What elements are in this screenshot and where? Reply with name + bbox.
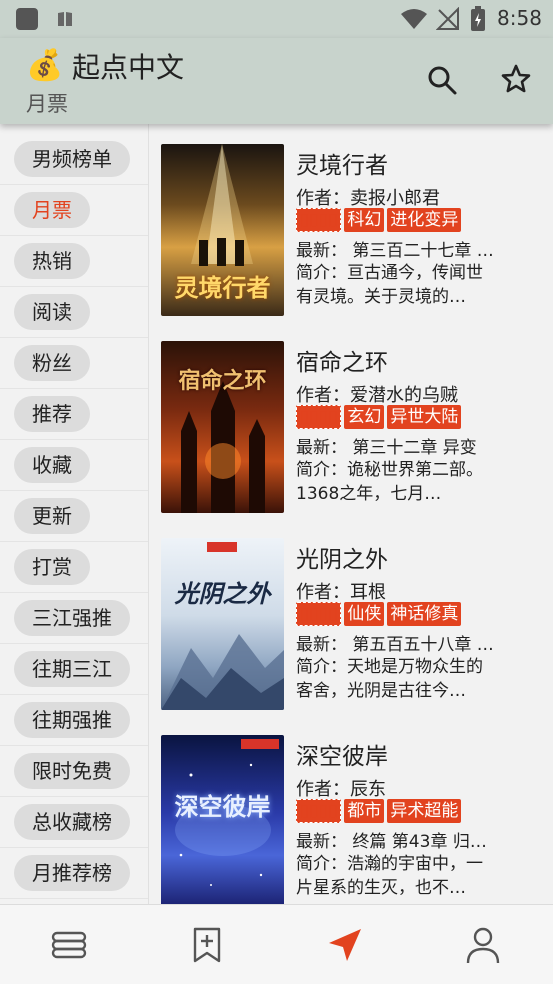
status-bar: 8:58 <box>0 0 553 38</box>
sidebar-item-label: 打赏 <box>14 549 90 585</box>
book-tag: 仙侠 <box>344 602 385 626</box>
tag-placeholder: ▯▯▯▯ <box>296 799 342 823</box>
navigate-icon[interactable] <box>325 925 365 965</box>
book-tag: 进化变异 <box>387 208 462 232</box>
no-signal-icon <box>436 7 459 30</box>
book-item[interactable]: 深空彼岸 深空彼岸 作者：辰东 ▯▯▯▯ 都市 异术超能 最新： 终篇 第43章 归… <box>149 715 553 904</box>
profile-icon[interactable] <box>463 925 503 965</box>
tag-placeholder: ▯▯▯▯ <box>296 208 342 232</box>
book-latest-chapter: 最新： 第五百五十八章 … <box>296 635 494 655</box>
cover-title: 光阴之外 <box>174 580 271 608</box>
sidebar-item-recommend[interactable]: 推荐 <box>0 388 148 440</box>
book-author: 作者：耳根 <box>296 582 386 603</box>
book-title: 光阴之外 <box>296 547 388 573</box>
app-toolbar: 💰 起点中文 月票 <box>0 38 553 124</box>
sidebar-item-label: 总收藏榜 <box>14 804 130 840</box>
cover-title: 深空彼岸 <box>174 793 271 821</box>
sidebar-item-fans[interactable]: 粉丝 <box>0 337 148 389</box>
sidebar-item-label: 三江强推 <box>14 600 130 636</box>
book-intro: 简介：浩瀚的宇宙中，一片星系的生灭，也不… <box>296 854 483 898</box>
sidebar-item-label: 往期强推 <box>14 702 130 738</box>
sidebar-item-tip[interactable]: 打赏 <box>0 541 148 593</box>
sidebar-item-label: 男频榜单 <box>14 141 130 177</box>
book-tags: ▯▯▯▯ 玄幻 异世大陆 <box>296 405 464 431</box>
book-notification-icon <box>58 12 72 26</box>
wifi-icon <box>401 9 427 29</box>
book-tag: 异世大陆 <box>387 405 462 429</box>
book-tag: 玄幻 <box>344 405 385 429</box>
book-tag: 都市 <box>344 799 385 823</box>
category-sidebar: 男频榜单 月票 热销 阅读 粉丝 推荐 收藏 更新 打赏 三江强推 往期三江 往… <box>0 124 149 904</box>
book-tags: ▯▯▯▯ 都市 异术超能 <box>296 799 464 825</box>
search-icon[interactable] <box>426 64 458 96</box>
book-cover-image: 光阴之外 <box>161 538 284 710</box>
money-bag-icon: 💰 <box>26 48 64 83</box>
clock: 8:58 <box>497 6 542 30</box>
book-cover-image: 灵境行者 <box>161 144 284 316</box>
book-author: 作者：辰东 <box>296 779 386 800</box>
sidebar-item-male-rank[interactable]: 男频榜单 <box>0 133 148 185</box>
bottom-navigation <box>0 904 553 984</box>
book-intro: 简介：天地是万物众生的客舍，光阴是古往今… <box>296 657 483 701</box>
sidebar-item-hot-sales[interactable]: 热销 <box>0 235 148 287</box>
book-title: 深空彼岸 <box>296 744 388 770</box>
sidebar-item-monthly-recommend[interactable]: 月推荐榜 <box>0 847 148 899</box>
sidebar-item-label: 收藏 <box>14 447 90 483</box>
bookshelf-icon[interactable] <box>49 925 89 965</box>
book-tags: ▯▯▯▯ 科幻 进化变异 <box>296 208 464 234</box>
book-tag: 异术超能 <box>387 799 462 823</box>
page-subtitle: 月票 <box>26 92 68 116</box>
book-cover-image: 宿命之环 <box>161 341 284 513</box>
book-title: 灵境行者 <box>296 153 388 179</box>
sidebar-item-label: 月推荐榜 <box>14 855 130 891</box>
tag-placeholder: ▯▯▯▯ <box>296 602 342 626</box>
book-list: 灵境行者 灵境行者 作者：卖报小郎君 ▯▯▯▯ 科幻 进化变异 最新： 第三百二十七… <box>149 124 553 904</box>
sidebar-item-label: 往期三江 <box>14 651 130 687</box>
book-cover-image: 深空彼岸 <box>161 735 284 904</box>
book-author: 作者：卖报小郎君 <box>296 188 440 209</box>
sidebar-item-past-sanjiang[interactable]: 往期三江 <box>0 643 148 695</box>
cover-title: 灵境行者 <box>174 274 271 302</box>
sidebar-item-reading[interactable]: 阅读 <box>0 286 148 338</box>
book-intro: 简介：亘古通今，传闻世有灵境。关于灵境的… <box>296 263 483 307</box>
star-icon[interactable] <box>500 63 532 95</box>
book-intro: 简介：诡秘世界第二部。1368之年，七月… <box>296 460 483 504</box>
cover-title: 宿命之环 <box>178 369 267 394</box>
book-latest-chapter: 最新： 第三十二章 异变 <box>296 438 477 458</box>
book-title: 宿命之环 <box>296 350 388 376</box>
book-latest-chapter: 最新： 终篇 第43章 归… <box>296 832 487 852</box>
book-item[interactable]: 宿命之环 宿命之环 作者：爱潜水的乌贼 ▯▯▯▯ 玄幻 异世大陆 最新： 第三十二章… <box>149 321 553 518</box>
book-latest-chapter: 最新： 第三百二十七章 … <box>296 241 494 261</box>
sidebar-item-collect[interactable]: 收藏 <box>0 439 148 491</box>
app-notification-icon <box>16 8 38 30</box>
sidebar-item-sanjiang[interactable]: 三江强推 <box>0 592 148 644</box>
sidebar-item-label: 更新 <box>14 498 90 534</box>
sidebar-item-label: 阅读 <box>14 294 90 330</box>
book-tag: 神话修真 <box>387 602 462 626</box>
book-item[interactable]: 灵境行者 灵境行者 作者：卖报小郎君 ▯▯▯▯ 科幻 进化变异 最新： 第三百二十七… <box>149 124 553 321</box>
sidebar-item-update[interactable]: 更新 <box>0 490 148 542</box>
cover-art <box>161 542 284 710</box>
sidebar-item-label: 月票 <box>14 192 90 228</box>
sidebar-item-past-push[interactable]: 往期强推 <box>0 694 148 746</box>
sidebar-item-total-collect[interactable]: 总收藏榜 <box>0 796 148 848</box>
bookmark-add-icon[interactable] <box>187 925 227 965</box>
tag-placeholder: ▯▯▯▯ <box>296 405 342 429</box>
book-item[interactable]: 光阴之外 光阴之外 作者：耳根 ▯▯▯▯ 仙侠 神话修真 最新： 第五百五十八章 …… <box>149 518 553 715</box>
sidebar-item-label: 粉丝 <box>14 345 90 381</box>
sidebar-item-label: 推荐 <box>14 396 90 432</box>
sidebar-item-free[interactable]: 限时免费 <box>0 745 148 797</box>
battery-charging-icon <box>471 6 485 31</box>
book-tag: 科幻 <box>344 208 385 232</box>
sidebar-item-label: 热销 <box>14 243 90 279</box>
sidebar-item-label: 限时免费 <box>14 753 130 789</box>
book-tags: ▯▯▯▯ 仙侠 神话修真 <box>296 602 464 628</box>
sidebar-item-monthly-ticket[interactable]: 月票 <box>0 184 148 236</box>
book-author: 作者：爱潜水的乌贼 <box>296 385 458 406</box>
app-title: 起点中文 <box>72 51 185 84</box>
